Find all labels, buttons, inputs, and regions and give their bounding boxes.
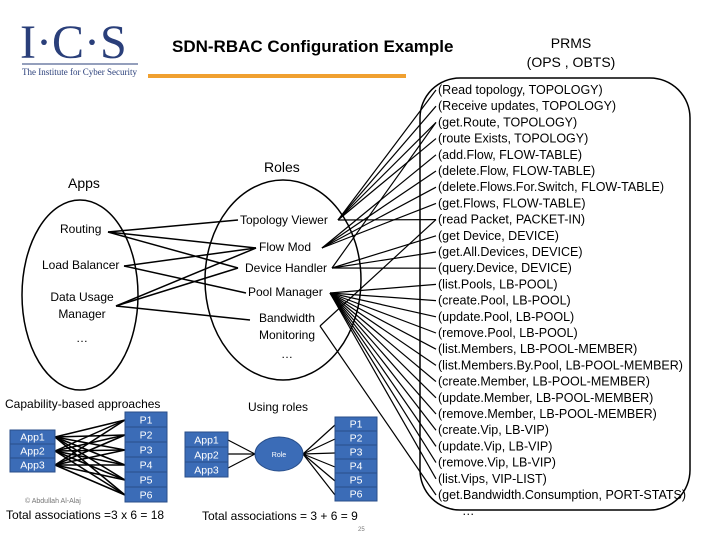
permission-item: (Receive updates, TOPOLOGY) (438, 99, 616, 113)
roles-app-box-label: App1 (194, 435, 219, 447)
association-line (54, 464, 126, 481)
copyright: © Abdullah Al-Alaj (25, 497, 81, 505)
association-line (337, 138, 437, 221)
permission-item: (get.Route, TOPOLOGY) (438, 115, 577, 129)
permission-item: (get Device, DEVICE) (438, 229, 559, 243)
diagram: I·C·S The Institute for Cyber Security S… (5, 16, 691, 533)
association-line (337, 105, 437, 221)
association-line (227, 439, 256, 455)
role-device-handler: Device Handler (245, 261, 327, 275)
permission-item: (create.Vip, LB-VIP) (438, 423, 549, 437)
permission-item: (read Packet, PACKET-IN) (438, 213, 585, 227)
association-line (54, 419, 126, 438)
capability-app-box-label: App2 (20, 446, 45, 458)
permission-item: (list.Pools, LB-POOL) (438, 277, 557, 291)
role-bandwidth-monitoring-2: Monitoring (259, 328, 315, 342)
roles-perm-box-label: P6 (350, 489, 363, 501)
app-routing: Routing (60, 222, 101, 236)
app-data-usage-manager: Data Usage (50, 290, 114, 304)
capability-app-box-label: App3 (20, 460, 45, 472)
slide: I·C·S The Institute for Cyber Security S… (0, 0, 720, 540)
permissions-more: … (462, 504, 475, 518)
apps-heading: Apps (68, 175, 100, 191)
capability-perm-box-label: P3 (140, 445, 153, 457)
permission-item: (update.Pool, LB-POOL) (438, 310, 574, 324)
accent-bar (148, 74, 406, 78)
permission-item: (remove.Vip, LB-VIP) (438, 456, 556, 470)
permission-item: (add.Flow, FLOW-TABLE) (438, 148, 582, 162)
capability-perm-box-label: P6 (140, 490, 153, 502)
permission-item: (update.Member, LB-POOL-MEMBER) (438, 391, 653, 405)
role-flow-mod: Flow Mod (259, 240, 311, 254)
association-line (302, 424, 336, 455)
permission-item: (query.Device, DEVICE) (438, 261, 572, 275)
role-pool-manager: Pool Manager (248, 285, 323, 299)
capability-perm-box-label: P2 (140, 430, 153, 442)
roles-app-box-label: App3 (194, 465, 219, 477)
permission-item: (remove.Pool, LB-POOL) (438, 326, 578, 340)
app-load-balancer: Load Balancer (42, 258, 119, 272)
permission-item: (delete.Flows.For.Switch, FLOW-TABLE) (438, 180, 664, 194)
prms-title: PRMS (551, 35, 591, 51)
page-title: SDN-RBAC Configuration Example (172, 37, 453, 56)
roles-heading: Roles (264, 159, 300, 175)
association-line (107, 231, 239, 269)
logo: I·C·S (20, 16, 127, 69)
roles-perm-box-label: P1 (350, 419, 363, 431)
roles-perm-box-label: P4 (350, 461, 363, 473)
capability-perm-box-label: P5 (140, 475, 153, 487)
capability-perm-box-label: P4 (140, 460, 153, 472)
association-line (302, 438, 336, 455)
permission-item: (Read topology, TOPOLOGY) (438, 83, 603, 97)
permission-item: (create.Member, LB-POOL-MEMBER) (438, 375, 650, 389)
permission-item: (route Exists, TOPOLOGY) (438, 132, 588, 146)
capability-total: Total associations =3 x 6 = 18 (6, 508, 164, 522)
permission-item: (get.Bandwidth.Consumption, PORT-STATS) (438, 488, 686, 502)
roles-perm-box-label: P2 (350, 433, 363, 445)
permission-item: (get.Flows, FLOW-TABLE) (438, 196, 585, 210)
association-line (302, 452, 336, 455)
roles-perm-box-label: P5 (350, 475, 363, 487)
roles-more: … (281, 347, 293, 361)
capability-app-box-label: App1 (20, 432, 45, 444)
permission-item: (update.Vip, LB-VIP) (438, 439, 552, 453)
permission-item: (list.Vips, VIP-LIST) (438, 472, 547, 486)
role-node-label: Role (272, 452, 287, 459)
roles-total: Total associations = 3 + 6 = 9 (202, 509, 358, 523)
permission-item: (list.Members, LB-POOL-MEMBER) (438, 342, 637, 356)
association-line (302, 453, 336, 482)
permission-item: (delete.Flow, FLOW-TABLE) (438, 164, 595, 178)
prms-subtitle: (OPS , OBTS) (527, 54, 616, 70)
capability-heading: Capability-based approaches (5, 397, 160, 411)
association-line (337, 121, 437, 221)
app-data-usage-manager-2: Manager (58, 307, 105, 321)
page-number: 25 (358, 527, 365, 533)
using-roles-heading: Using roles (248, 400, 308, 414)
association-line (54, 464, 126, 496)
role-bandwidth-monitoring: Bandwidth (259, 311, 315, 325)
permission-list: (Read topology, TOPOLOGY) (Receive update… (438, 83, 686, 502)
role-topology-viewer: Topology Viewer (240, 213, 328, 227)
roles-app-box-label: App2 (194, 450, 219, 462)
apps-more: … (76, 331, 88, 345)
logo-tagline: The Institute for Cyber Security (22, 67, 137, 77)
capability-perm-box-label: P1 (140, 415, 153, 427)
roles-perm-box-label: P3 (350, 447, 363, 459)
association-line (107, 219, 239, 233)
permission-item: (get.All.Devices, DEVICE) (438, 245, 582, 259)
association-line (227, 453, 256, 469)
permission-item: (list.Members.By.Pool, LB-POOL-MEMBER) (438, 358, 683, 372)
association-line (123, 265, 247, 294)
permission-item: (remove.Member, LB-POOL-MEMBER) (438, 407, 657, 421)
permission-item: (create.Pool, LB-POOL) (438, 294, 571, 308)
